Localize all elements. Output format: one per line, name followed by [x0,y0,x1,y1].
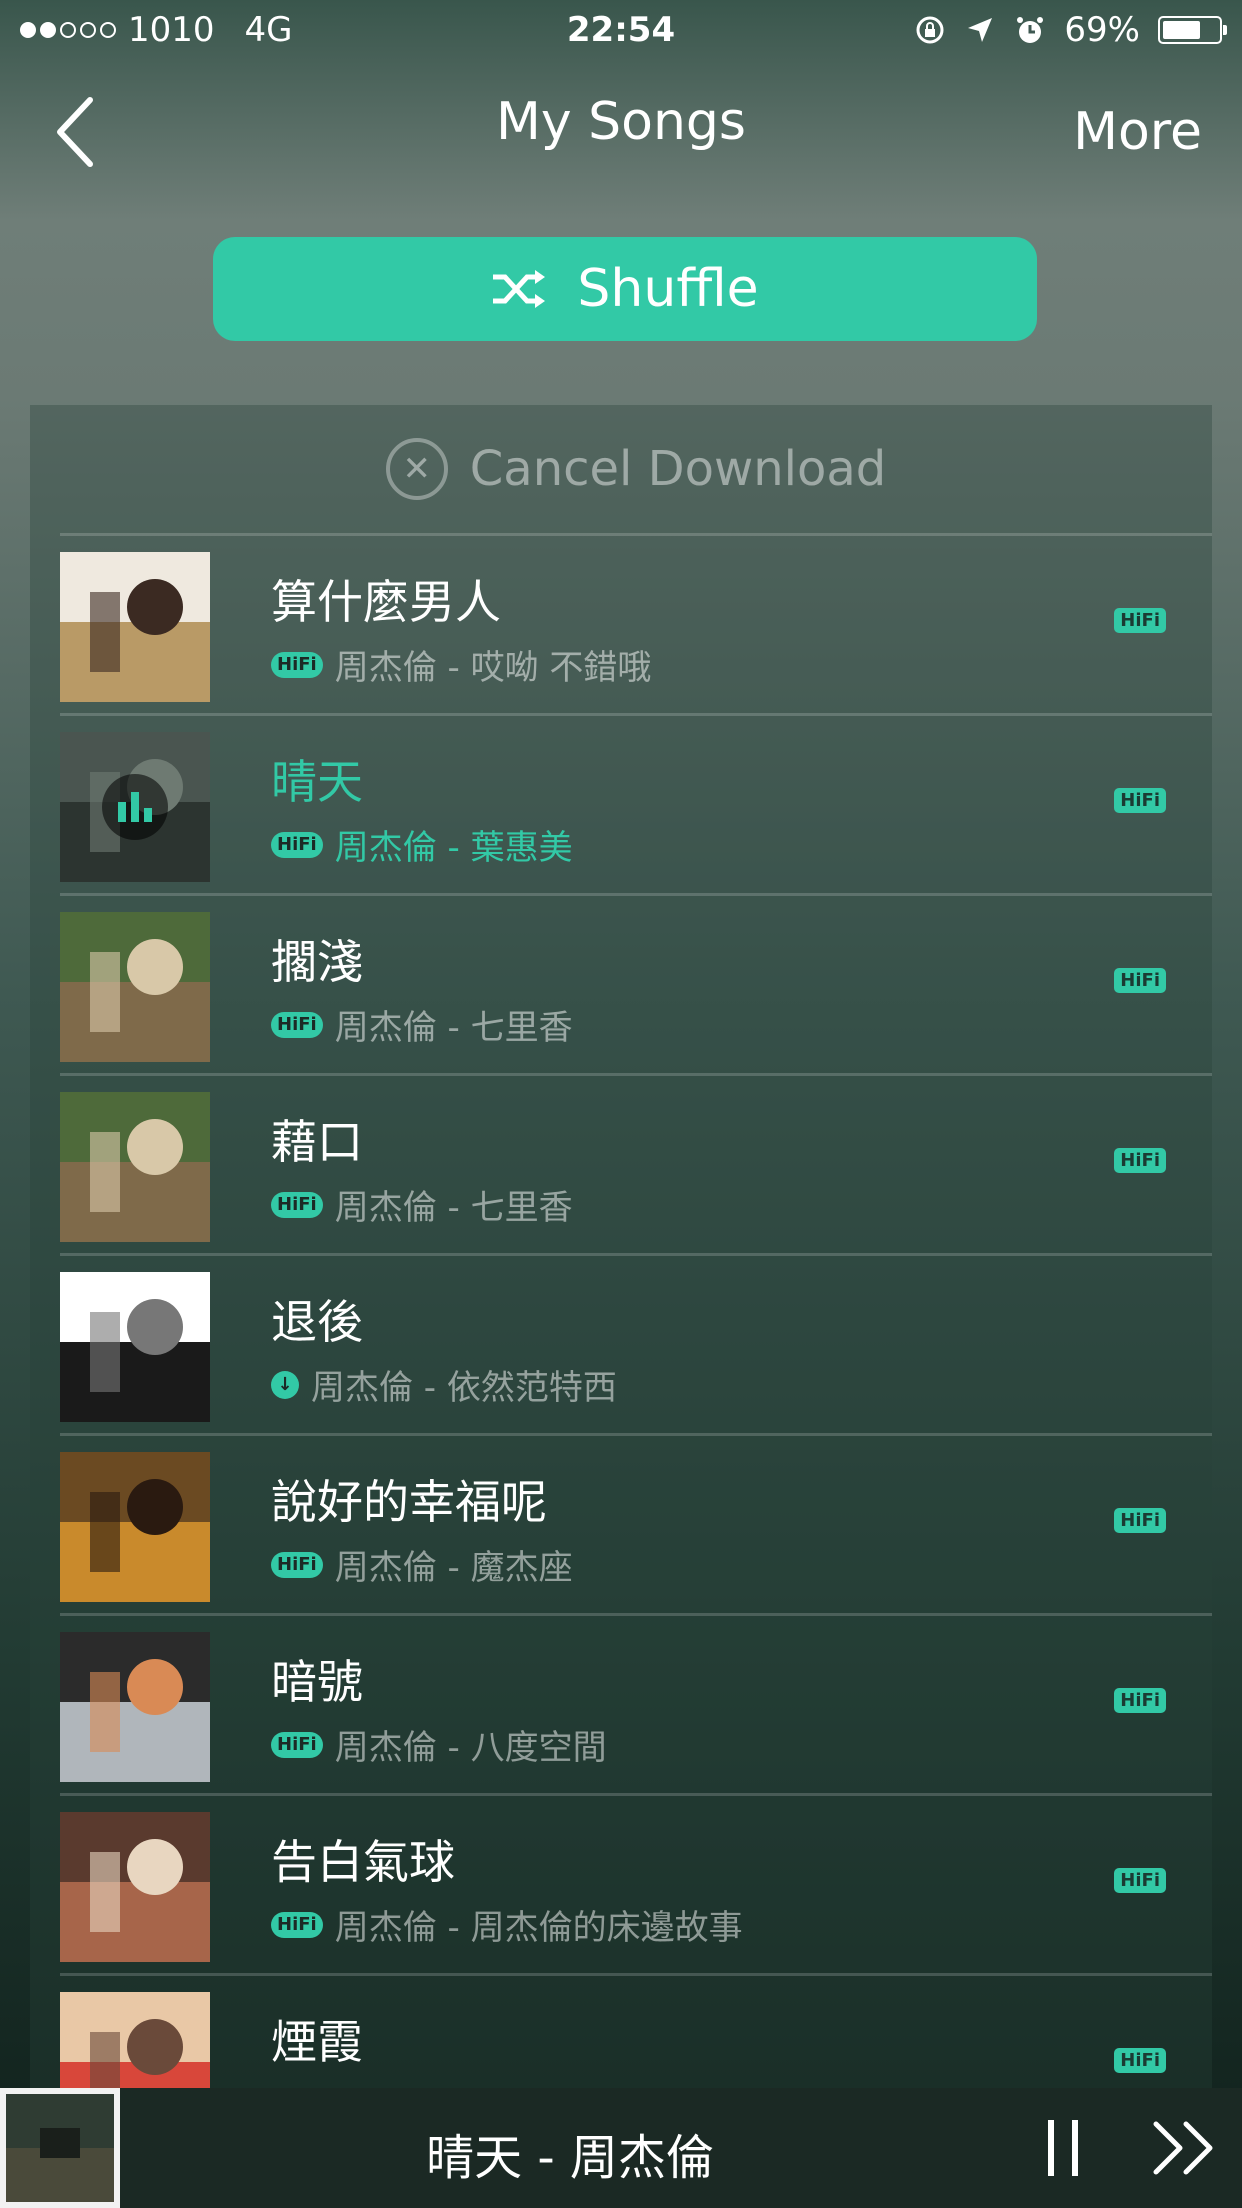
song-title: 說好的幸福呢 [271,1475,547,1529]
song-row[interactable]: 晴天 HiFi 周杰倫 - 葉惠美 HiFi [60,716,1212,896]
artist-album-text: 容祖兒 - Give Love A Break [335,2080,782,2088]
downloaded-hifi-icon: HiFi [271,1191,323,1218]
album-cover [60,1092,210,1242]
shuffle-icon [493,270,546,308]
song-title: 暗號 [271,1655,363,1709]
artist-album-text: 周杰倫 - 葉惠美 [334,828,573,868]
cancel-download-label: Cancel Download [469,441,887,497]
downloaded-hifi-icon: HiFi [271,651,323,678]
song-subtitle: HiFi 周杰倫 - 周杰倫的床邊故事 [271,1900,743,1949]
album-cover [60,1812,210,1962]
song-title: 擱淺 [271,935,363,989]
album-cover [60,732,210,882]
next-track-icon[interactable] [1150,2118,1220,2178]
battery-icon [1158,16,1227,44]
battery-percent: 69% [1064,10,1140,50]
hifi-badge: HiFi [1114,1508,1166,1533]
navigation-bar: My Songs More [0,62,1242,202]
song-title: 藉口 [271,1115,363,1169]
now-playing-title[interactable]: 晴天 - 周杰倫 [0,2118,1140,2188]
artist-album-text: 周杰倫 - 魔杰座 [334,1548,573,1588]
hifi-badge: HiFi [1114,968,1166,993]
more-button[interactable]: More [1073,102,1202,162]
cancel-circle-icon: ✕ [385,438,448,500]
album-cover [60,1992,210,2088]
song-row[interactable]: 退後 ↓ 周杰倫 - 依然范特西 [60,1256,1212,1436]
artist-album-text: 周杰倫 - 哎呦 不錯哦 [334,648,652,688]
downloaded-hifi-icon: HiFi [271,1551,323,1578]
playing-indicator-icon [102,774,168,840]
song-subtitle: HiFi容祖兒 - Give Love A Break [271,2080,781,2088]
downloaded-icon: ↓ [271,1370,299,1399]
downloaded-hifi-icon: HiFi [271,1011,323,1038]
mini-player[interactable]: 晴天 - 周杰倫 [0,2088,1242,2208]
song-list-panel: ✕ Cancel Download 算什麼男人 HiFi 周杰倫 - 哎呦 不錯哦 H… [30,405,1212,2088]
song-subtitle: HiFi 周杰倫 - 八度空間 [271,1720,607,1769]
song-row[interactable]: 擱淺 HiFi 周杰倫 - 七里香 HiFi [60,896,1212,1076]
song-subtitle: HiFi 周杰倫 - 哎呦 不錯哦 [271,640,651,689]
hifi-badge: HiFi [1114,608,1166,633]
song-row[interactable]: 藉口 HiFi 周杰倫 - 七里香 HiFi [60,1076,1212,1256]
artist-album-text: 周杰倫 - 七里香 [334,1188,573,1228]
hifi-badge: HiFi [1114,788,1166,813]
album-cover [60,1632,210,1782]
downloaded-hifi-icon: HiFi [271,1731,323,1758]
artist-album-text: 周杰倫 - 八度空間 [334,1728,607,1768]
hifi-badge: HiFi [1114,2048,1166,2073]
album-cover [60,1452,210,1602]
status-right: 69% [914,10,1227,50]
song-title: 算什麼男人 [271,575,501,629]
song-subtitle: HiFi 周杰倫 - 七里香 [271,1180,573,1229]
song-title: 告白氣球 [271,1835,455,1889]
downloaded-hifi-icon: HiFi [271,831,323,858]
artist-album-text: 周杰倫 - 七里香 [334,1008,573,1048]
song-subtitle: ↓ 周杰倫 - 依然范特西 [271,1360,617,1409]
status-bar: 1010 4G 22:54 69% [0,0,1242,62]
rotation-lock-icon [916,16,944,44]
shuffle-label: Shuffle [577,259,759,319]
page-title: My Songs [495,92,747,152]
song-list: 算什麼男人 HiFi 周杰倫 - 哎呦 不錯哦 HiFi 晴天 HiFi 周杰倫 - 葉惠美… [30,536,1212,2088]
downloaded-hifi-icon: HiFi [271,1911,323,1938]
cancel-download-button[interactable]: ✕ Cancel Download [60,405,1212,536]
artist-album-text: 周杰倫 - 周杰倫的床邊故事 [334,1908,743,1948]
shuffle-button[interactable]: Shuffle [213,237,1037,341]
album-cover [60,552,210,702]
album-cover [60,912,210,1062]
alarm-icon [1017,17,1044,43]
song-row[interactable]: 暗號 HiFi 周杰倫 - 八度空間 HiFi [60,1616,1212,1796]
song-subtitle: HiFi 周杰倫 - 葉惠美 [271,820,573,869]
hifi-badge: HiFi [1114,1148,1166,1173]
song-row[interactable]: 告白氣球 HiFi 周杰倫 - 周杰倫的床邊故事 HiFi [60,1796,1212,1976]
artist-album-text: 周杰倫 - 依然范特西 [311,1368,617,1408]
hifi-badge: HiFi [1114,1688,1166,1713]
song-row[interactable]: 煙霞 HiFi容祖兒 - Give Love A Break HiFi [60,1976,1212,2088]
song-title: 退後 [271,1295,363,1349]
hifi-badge: HiFi [1114,1868,1166,1893]
song-row[interactable]: 算什麼男人 HiFi 周杰倫 - 哎呦 不錯哦 HiFi [60,536,1212,716]
song-title: 煙霞 [271,2015,363,2069]
album-cover [60,1272,210,1422]
song-title: 晴天 [271,755,363,809]
pause-button[interactable] [1046,2120,1080,2176]
song-subtitle: HiFi 周杰倫 - 魔杰座 [271,1540,573,1589]
location-arrow-icon [968,18,993,42]
song-row[interactable]: 說好的幸福呢 HiFi 周杰倫 - 魔杰座 HiFi [60,1436,1212,1616]
song-subtitle: HiFi 周杰倫 - 七里香 [271,1000,573,1049]
